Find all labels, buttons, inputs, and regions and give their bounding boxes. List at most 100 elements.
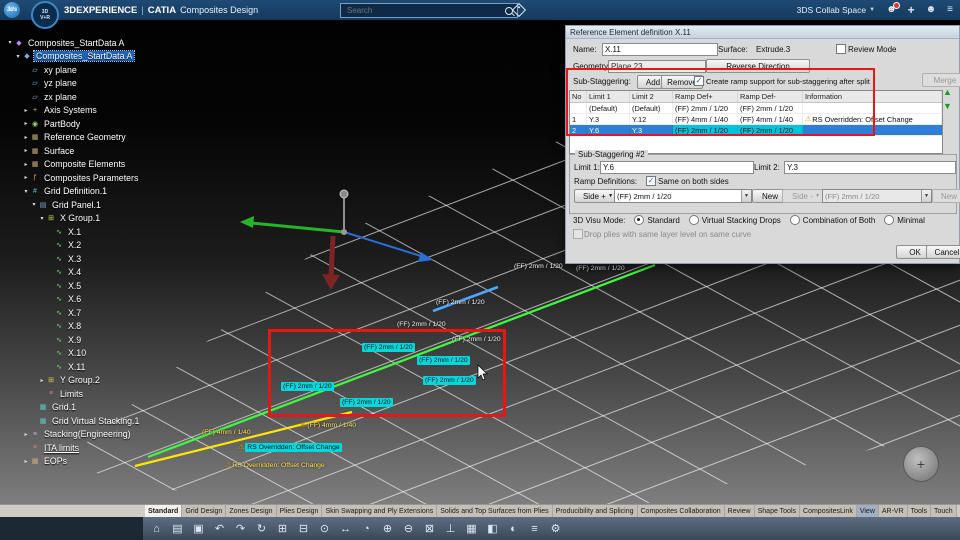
tree-item-x-2[interactable]: ∿ X.2 xyxy=(2,239,177,253)
redo-icon[interactable]: ↷ xyxy=(232,520,249,537)
expander-icon[interactable]: ▸ xyxy=(22,134,30,141)
tree-item-partbody[interactable]: ▸ ◉ PartBody xyxy=(2,117,177,131)
robot-axis-triad[interactable] xyxy=(240,189,433,290)
tab-zones-design[interactable]: Zones Design xyxy=(226,505,277,517)
radio-virtual-stacking-drops[interactable]: Virtual Stacking Drops xyxy=(688,215,781,225)
tree-item-x-6[interactable]: ∿ X.6 xyxy=(2,293,177,307)
expander-icon[interactable]: ▾ xyxy=(22,188,30,195)
tree-item-eops[interactable]: ▸ ▦ EOPs xyxy=(2,455,177,469)
global-search[interactable] xyxy=(340,3,518,18)
expander-icon[interactable]: ▾ xyxy=(30,201,38,208)
tree-item-stacking-engineering[interactable]: ▸ ≡ Stacking(Engineering) xyxy=(2,428,177,442)
radio-standard[interactable]: Standard xyxy=(634,215,680,225)
tab-tools[interactable]: Tools xyxy=(907,505,931,517)
tree-item-x-4[interactable]: ∿ X.4 xyxy=(2,266,177,280)
search-icon[interactable]: ⊙ xyxy=(316,520,333,537)
side-plus-combo[interactable]: (FF) 2mm / 1/20 ▼ xyxy=(614,189,752,203)
tree-item-ita-limits[interactable]: ≡ ITA limits xyxy=(2,441,177,455)
tree-item-axis-systems[interactable]: ▸ + Axis Systems xyxy=(2,104,177,118)
tab-composites-collaboration[interactable]: Composites Collaboration xyxy=(637,505,725,517)
limit2-field[interactable]: Y.3 xyxy=(784,161,956,174)
same-both-sides-checkbox[interactable] xyxy=(646,176,656,186)
multi-view-icon[interactable]: ▦ xyxy=(463,520,480,537)
tree-item-composite-elements[interactable]: ▸ ▦ Composite Elements xyxy=(2,158,177,172)
expander-icon[interactable]: ▾ xyxy=(14,53,22,60)
expander-icon[interactable]: ▾ xyxy=(38,215,46,222)
app-badge-icon[interactable]: 3D V+R xyxy=(31,1,59,29)
3ds-logo-icon[interactable]: 3ds xyxy=(4,2,20,18)
tab-standard[interactable]: Standard xyxy=(145,505,183,517)
tree-item-surface[interactable]: ▸ ▦ Surface xyxy=(2,144,177,158)
fit-all-icon[interactable]: ⊠ xyxy=(421,520,438,537)
print-icon[interactable]: ▣ xyxy=(190,520,207,537)
review-mode-checkbox[interactable] xyxy=(836,44,846,54)
tree-item-zx-plane[interactable]: ▱ zx plane xyxy=(2,90,177,104)
tree-item-x-10[interactable]: ∿ X.10 xyxy=(2,347,177,361)
refresh-icon[interactable]: ↻ xyxy=(253,520,270,537)
undo-icon[interactable]: ↶ xyxy=(211,520,228,537)
expander-icon[interactable]: ▸ xyxy=(22,147,30,154)
triad-green-axis[interactable] xyxy=(240,216,254,228)
zoom-in-icon[interactable]: ⊕ xyxy=(379,520,396,537)
tree-item-grid-1[interactable]: ▦ Grid.1 xyxy=(2,401,177,415)
side-minus-combo[interactable]: (FF) 2mm / 1/20 ▼ xyxy=(822,189,932,203)
expander-icon[interactable]: ▸ xyxy=(22,431,30,438)
drop-plies-checkbox[interactable] xyxy=(573,229,583,239)
tree-item-x-7[interactable]: ∿ X.7 xyxy=(2,306,177,320)
zoom-out-icon[interactable]: ⊖ xyxy=(400,520,417,537)
new-ramp-button-2[interactable]: New xyxy=(932,189,960,203)
triad-knob[interactable] xyxy=(339,189,349,199)
tab-shape-tools[interactable]: Shape Tools xyxy=(754,505,801,517)
tree-item-yz-plane[interactable]: ▱ yz plane xyxy=(2,77,177,91)
merge-button[interactable]: Merge xyxy=(922,73,960,87)
tab-grid-design[interactable]: Grid Design xyxy=(182,505,227,517)
move-up-icon[interactable]: ▲ xyxy=(943,88,952,97)
expander-icon[interactable]: ▸ xyxy=(22,161,30,168)
paste-icon[interactable]: ⊟ xyxy=(295,520,312,537)
add-icon[interactable]: + xyxy=(908,4,915,16)
tab-solids-and-top-surfaces-from-plies[interactable]: Solids and Top Surfaces from Plies xyxy=(437,505,553,517)
tab-review[interactable]: Review xyxy=(724,505,755,517)
limit1-field[interactable]: Y.6 xyxy=(600,161,754,174)
view-compass[interactable]: + xyxy=(903,446,939,482)
tree-item-xy-plane[interactable]: ▱ xy plane xyxy=(2,63,177,77)
menu-icon[interactable]: ≡ xyxy=(947,5,954,15)
save-icon[interactable]: ▤ xyxy=(169,520,186,537)
tab-touch[interactable]: Touch xyxy=(931,505,957,517)
render-style-icon[interactable]: ◧ xyxy=(484,520,501,537)
expander-icon[interactable]: ▸ xyxy=(22,174,30,181)
tab-view[interactable]: View xyxy=(856,505,879,517)
tree-item-y-group-2[interactable]: ▸ ⊞ Y Group.2 xyxy=(2,374,177,388)
hide-show-icon[interactable]: ◐ xyxy=(505,520,522,537)
pan-icon[interactable]: ↔ xyxy=(337,520,354,537)
tree-item-composites-parameters[interactable]: ▸ ƒ Composites Parameters xyxy=(2,171,177,185)
tab-plies-design[interactable]: Plies Design xyxy=(276,505,323,517)
orbit-icon[interactable]: ◔ xyxy=(358,520,375,537)
dialog-title[interactable]: Reference Element definition X.11 xyxy=(566,26,959,39)
user-icon[interactable]: ☻ xyxy=(926,5,937,15)
tree-item-composites-startdata-a[interactable]: ▾ ◆ Composites_StartData A xyxy=(2,36,177,50)
profile-icon[interactable]: ☻ xyxy=(886,2,900,15)
normal-view-icon[interactable]: ⊥ xyxy=(442,520,459,537)
cancel-button[interactable]: Cancel xyxy=(926,245,960,259)
copy-icon[interactable]: ⊞ xyxy=(274,520,291,537)
tree-item-x-11[interactable]: ∿ X.11 xyxy=(2,360,177,374)
home-icon[interactable]: ⌂ xyxy=(148,520,165,537)
tree-item-limits[interactable]: ≡ Limits xyxy=(2,387,177,401)
tab-compositeslink[interactable]: CompositesLink xyxy=(800,505,857,517)
tree-item-composites-startdata-a[interactable]: ▾ ◆ Composites_StartData A xyxy=(2,50,177,64)
tree-item-grid-virtual-stacking-1[interactable]: ▦ Grid Virtual Stacking.1 xyxy=(2,414,177,428)
tree-item-x-8[interactable]: ∿ X.8 xyxy=(2,320,177,334)
search-input[interactable] xyxy=(345,5,487,16)
expander-icon[interactable]: ▸ xyxy=(22,107,30,114)
tab-ar-vr[interactable]: AR-VR xyxy=(878,505,908,517)
expander-icon[interactable]: ▸ xyxy=(38,377,46,384)
tree-item-x-1[interactable]: ∿ X.1 xyxy=(2,225,177,239)
tree-item-reference-geometry[interactable]: ▸ ▦ Reference Geometry xyxy=(2,131,177,145)
tab-producibility-and-splicing[interactable]: Producibility and Splicing xyxy=(552,505,638,517)
tree-item-grid-definition-1[interactable]: ▾ # Grid Definition.1 xyxy=(2,185,177,199)
tree-item-x-3[interactable]: ∿ X.3 xyxy=(2,252,177,266)
tab-skin-swapping-and-ply-extensions[interactable]: Skin Swapping and Ply Extensions xyxy=(322,505,438,517)
expander-icon[interactable]: ▸ xyxy=(22,120,30,127)
tree-item-x-5[interactable]: ∿ X.5 xyxy=(2,279,177,293)
